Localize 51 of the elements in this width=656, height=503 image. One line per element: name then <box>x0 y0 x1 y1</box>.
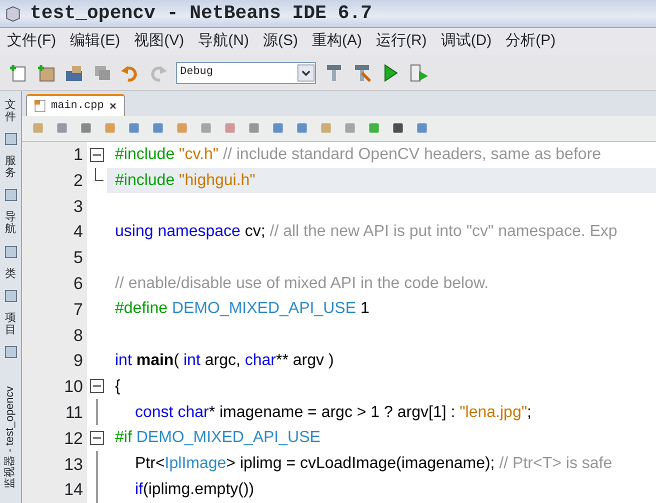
new-file-icon[interactable] <box>8 62 28 82</box>
panel-icon <box>2 187 18 204</box>
new-project-icon[interactable] <box>36 62 56 82</box>
menu-item[interactable]: 运行(R) <box>368 30 434 53</box>
fold-end-icon <box>95 168 104 181</box>
line-number: 6 <box>72 272 84 295</box>
line-number: 11 <box>64 402 84 424</box>
fold-toggle-icon[interactable] <box>90 379 104 394</box>
line-number: 9 <box>72 350 84 372</box>
sidebar-tab[interactable]: 项目 <box>5 312 16 336</box>
line-number: 14 <box>63 479 84 502</box>
configuration-dropdown[interactable]: Debug <box>176 62 316 84</box>
line-number: 10 <box>63 376 84 398</box>
panel-icon <box>2 288 18 304</box>
line-number: 5 <box>72 247 84 270</box>
sidebar-tab[interactable]: 监视器 - test_opencv <box>2 386 19 488</box>
sidebar-tab[interactable]: 导航 <box>5 211 16 236</box>
cube-icon <box>4 4 22 22</box>
panel-icon <box>2 244 18 260</box>
file-icon <box>33 98 47 113</box>
menu-item[interactable]: 分析(P) <box>498 30 563 53</box>
menu-item[interactable]: 编辑(E) <box>63 30 128 53</box>
menu-item[interactable]: 导航(N) <box>191 30 256 53</box>
debug-run-icon[interactable] <box>408 62 430 82</box>
clean-build-icon[interactable] <box>352 62 372 82</box>
close-icon[interactable] <box>108 100 118 111</box>
menu-item[interactable]: 源(S) <box>256 30 305 53</box>
line-number: 13 <box>63 454 84 476</box>
menu-item[interactable]: 视图(V) <box>127 30 192 53</box>
fold-line-icon <box>96 399 98 426</box>
line-number: 2 <box>72 170 84 192</box>
window-title: test_opencv - NetBeans IDE 6.7 <box>30 1 372 26</box>
sidebar-tab[interactable]: 服务 <box>5 155 16 180</box>
panel-icon <box>2 344 18 360</box>
menu-item[interactable]: 重构(A) <box>304 30 369 53</box>
caret-icon <box>297 64 315 82</box>
line-number: 7 <box>72 298 84 321</box>
line-number: 3 <box>72 196 84 218</box>
line-number: 8 <box>72 324 84 347</box>
panel-icon <box>2 131 18 148</box>
fold-toggle-icon[interactable] <box>90 148 104 162</box>
sidebar-tab[interactable]: 文件 <box>5 99 16 124</box>
menu-item[interactable]: 调试(D) <box>434 30 499 53</box>
editor-tab[interactable]: main.cpp <box>26 94 125 116</box>
sidebar-tab[interactable]: 类 <box>5 268 16 280</box>
hammer-icon[interactable] <box>324 62 344 82</box>
menu-item[interactable]: 文件(F) <box>0 30 64 53</box>
line-number: 12 <box>63 428 84 450</box>
fold-toggle-icon[interactable] <box>90 431 104 446</box>
line-number: 4 <box>72 221 84 244</box>
line-number: 1 <box>72 144 84 166</box>
